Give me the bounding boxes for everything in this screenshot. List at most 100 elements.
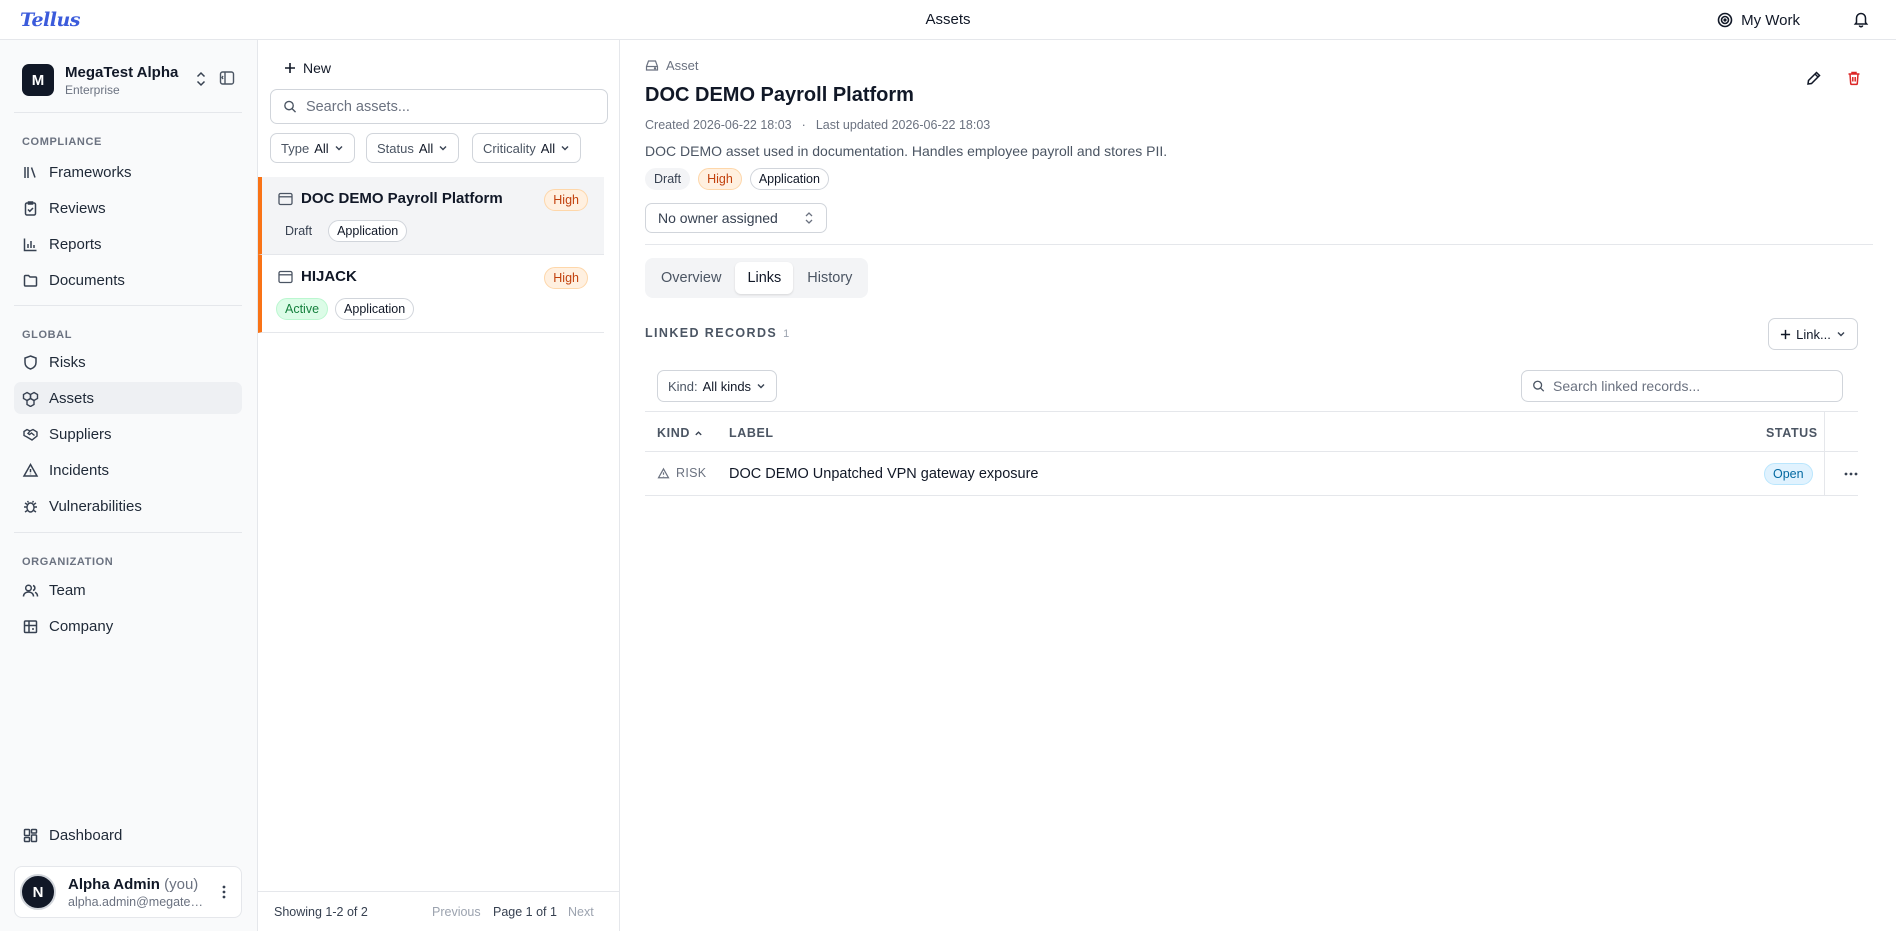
delete-asset-button[interactable]	[1841, 65, 1867, 91]
user-you-tag: (you)	[164, 875, 199, 893]
link-record-button[interactable]: Link...	[1768, 318, 1858, 350]
trash-icon	[1848, 71, 1860, 86]
filter-label: Type	[281, 140, 310, 156]
pencil-icon	[1807, 71, 1821, 85]
org-name: MegaTest Alpha	[65, 63, 179, 81]
kind-filter-value: All kinds	[702, 378, 752, 394]
created-timestamp: Created 2026-06-22 18:03	[645, 118, 792, 132]
kind-filter[interactable]: Kind: All kinds	[657, 370, 778, 402]
sidebar-item-reviews[interactable]: Reviews	[14, 192, 242, 224]
sidebar-item-label: Reviews	[49, 199, 106, 217]
sidebar-item-label: Assets	[49, 389, 95, 407]
app-window-icon	[278, 192, 293, 206]
status-badge: Draft	[645, 168, 691, 190]
asset-badges: Draft High Application	[645, 168, 829, 190]
asset-description: DOC DEMO asset used in documentation. Ha…	[645, 143, 1168, 159]
type-filter[interactable]: Type All	[270, 133, 355, 163]
filter-value: All	[540, 140, 556, 156]
bell-icon	[1853, 12, 1869, 28]
filter-label: Criticality	[483, 140, 536, 156]
asset-list-item[interactable]: DOC DEMO Payroll Platform High Draft App…	[258, 177, 604, 255]
warning-triangle-icon	[22, 462, 39, 477]
row-label-link[interactable]: DOC DEMO Unpatched VPN gateway exposure	[729, 466, 1038, 482]
dashboard-icon	[23, 828, 38, 842]
sidebar-item-reports[interactable]: Reports	[14, 228, 242, 260]
status-badge: Draft	[276, 220, 322, 242]
tab-links[interactable]: Links	[735, 262, 794, 294]
column-divider	[1824, 452, 1825, 496]
bar-chart-icon	[23, 238, 37, 251]
vertical-ellipsis-icon	[222, 885, 226, 899]
owner-select[interactable]: No owner assigned	[645, 203, 827, 233]
sidebar-divider	[14, 112, 242, 113]
column-divider	[1824, 412, 1825, 453]
sidebar-item-label: Frameworks	[49, 163, 132, 181]
sidebar-toggle-icon	[219, 71, 235, 85]
edit-asset-button[interactable]	[1801, 65, 1827, 91]
next-page-button[interactable]: Next	[568, 905, 594, 919]
user-email: alpha.admin@megatest...	[68, 894, 208, 909]
asset-search-field[interactable]	[270, 89, 608, 124]
new-label: New	[303, 60, 332, 76]
tab-overview[interactable]: Overview	[649, 262, 733, 294]
warning-triangle-icon	[657, 467, 670, 478]
asset-search-input[interactable]	[305, 98, 607, 115]
sidebar-item-company[interactable]: Company	[14, 610, 242, 642]
meta-separator: ·	[801, 118, 806, 132]
criticality-badge: High	[544, 189, 588, 211]
chevron-down-icon	[335, 146, 343, 151]
sidebar-item-team[interactable]: Team	[14, 574, 242, 606]
chevron-down-icon	[757, 384, 765, 389]
sidebar-item-frameworks[interactable]: Frameworks	[14, 156, 242, 188]
linked-records-search-field[interactable]	[1521, 370, 1843, 402]
my-work-button[interactable]: My Work	[1717, 9, 1800, 31]
page-title: Assets	[925, 11, 971, 28]
collapse-sidebar-button[interactable]	[218, 69, 238, 89]
new-asset-button[interactable]: New	[278, 55, 337, 81]
status-filter[interactable]: Status All	[366, 133, 460, 163]
status-badge: Open	[1764, 463, 1813, 485]
criticality-filter[interactable]: Criticality All	[472, 133, 582, 163]
notifications-button[interactable]	[1852, 10, 1872, 30]
horizontal-ellipsis-icon	[1844, 472, 1858, 476]
clipboard-check-icon	[24, 200, 37, 216]
asset-title: HIJACK	[301, 268, 357, 285]
user-more-button[interactable]	[213, 885, 235, 899]
row-actions-button[interactable]	[1839, 464, 1863, 484]
column-label-header: LABEL	[729, 426, 774, 440]
sidebar-item-label: Risks	[49, 353, 86, 371]
owner-value: No owner assigned	[658, 210, 778, 226]
section-organization: ORGANIZATION	[22, 556, 114, 568]
top-bar: Tellus Assets My Work	[0, 0, 1896, 40]
chevrons-up-down-icon	[196, 71, 206, 87]
bug-icon	[24, 500, 37, 513]
linked-records-title: LINKED RECORDS	[645, 326, 778, 340]
org-switcher[interactable]: M MegaTest Alpha Enterprise	[14, 56, 242, 104]
tab-history[interactable]: History	[795, 262, 864, 294]
search-icon	[284, 100, 297, 113]
sidebar-item-dashboard[interactable]: Dashboard	[14, 819, 242, 851]
app-window-icon	[278, 270, 293, 284]
previous-page-button[interactable]: Previous	[432, 905, 481, 919]
user-menu-card[interactable]: N Alpha Admin (you) alpha.admin@megatest…	[14, 866, 242, 918]
sidebar-item-suppliers[interactable]: Suppliers	[14, 418, 242, 450]
filter-label: Status	[377, 140, 414, 156]
column-label-label: LABEL	[729, 426, 774, 440]
linked-records-search-input[interactable]	[1553, 378, 1842, 394]
filter-value: All	[418, 140, 434, 156]
table-row[interactable]: RISK DOC DEMO Unpatched VPN gateway expo…	[645, 452, 1858, 496]
app-logo[interactable]: Tellus	[20, 9, 81, 31]
sidebar-item-documents[interactable]: Documents	[14, 264, 242, 296]
sidebar-item-risks[interactable]: Risks	[14, 346, 242, 378]
sidebar-item-assets[interactable]: Assets	[14, 382, 242, 414]
linked-records-heading: LINKED RECORDS 1	[645, 326, 789, 340]
avatar: N	[20, 874, 56, 910]
column-kind-header[interactable]: KIND	[657, 426, 703, 440]
sidebar-item-label: Team	[49, 581, 86, 599]
asset-list-pane: New Type All Status All Criticality All …	[258, 40, 620, 931]
my-work-label: My Work	[1741, 11, 1800, 29]
sidebar-item-vulnerabilities[interactable]: Vulnerabilities	[14, 490, 242, 522]
hard-drive-icon	[645, 60, 659, 71]
asset-list-item[interactable]: HIJACK High Active Application	[258, 255, 604, 333]
sidebar-item-incidents[interactable]: Incidents	[14, 454, 242, 486]
